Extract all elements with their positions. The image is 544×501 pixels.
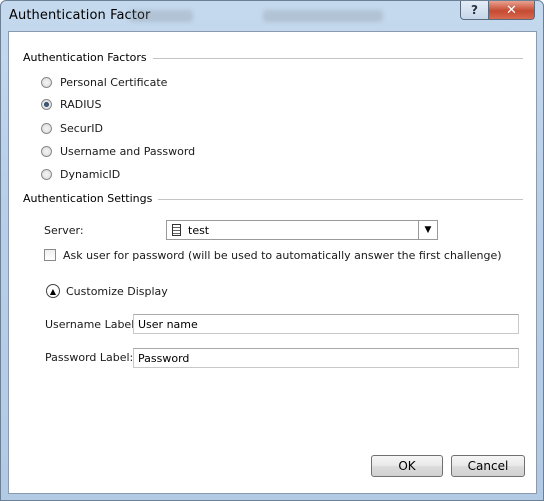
server-select[interactable]: test ▼ [166,220,438,240]
close-button[interactable]: ✕ [488,1,535,20]
password-label-field[interactable] [133,348,519,368]
customize-display-label[interactable]: Customize Display [66,285,168,298]
help-icon: ? [471,3,478,17]
username-label-caption: Username Label: [45,318,138,331]
radio-username-password[interactable]: Username and Password [41,143,195,159]
dialog-body: Authentication Factors Personal Certific… [8,31,537,494]
ask-password-label[interactable]: Ask user for password (will be used to a… [63,249,502,262]
radio-button[interactable] [41,98,52,110]
radio-button[interactable] [41,168,52,180]
cancel-button[interactable]: Cancel [451,455,525,477]
document-icon [172,224,181,236]
blurred-title-text [263,10,383,22]
chevron-up-icon[interactable]: ▲ [46,284,60,298]
radio-securid[interactable]: SecurID [41,120,103,136]
radio-personal-certificate[interactable]: Personal Certificate [41,74,167,90]
authentication-factor-dialog: Authentication Factor ? ✕ Authentication… [0,0,544,501]
radio-radius[interactable]: RADIUS [41,96,101,112]
help-button[interactable]: ? [460,1,489,20]
username-label-field[interactable] [133,314,519,334]
radio-button[interactable] [41,145,52,157]
ask-password-checkbox[interactable] [44,249,56,261]
radio-button[interactable] [41,76,52,88]
factors-group-header: Authentication Factors [23,51,153,64]
settings-group-header: Authentication Settings [23,192,159,205]
dropdown-arrow-icon[interactable]: ▼ [418,221,437,239]
server-value: test [188,224,210,237]
radio-button[interactable] [41,122,52,134]
title-bar[interactable]: Authentication Factor ? ✕ [1,1,543,31]
radio-label: SecurID [60,121,104,135]
password-label-caption: Password Label: [45,351,134,364]
radio-dynamicid[interactable]: DynamicID [41,166,120,182]
radio-label: RADIUS [60,97,102,111]
radio-label: Personal Certificate [60,75,168,89]
close-icon: ✕ [506,2,517,18]
ok-button[interactable]: OK [371,455,443,477]
server-label: Server: [44,224,84,237]
radio-label: Username and Password [60,144,196,158]
radio-label: DynamicID [60,167,121,181]
blurred-title-text [129,10,193,22]
